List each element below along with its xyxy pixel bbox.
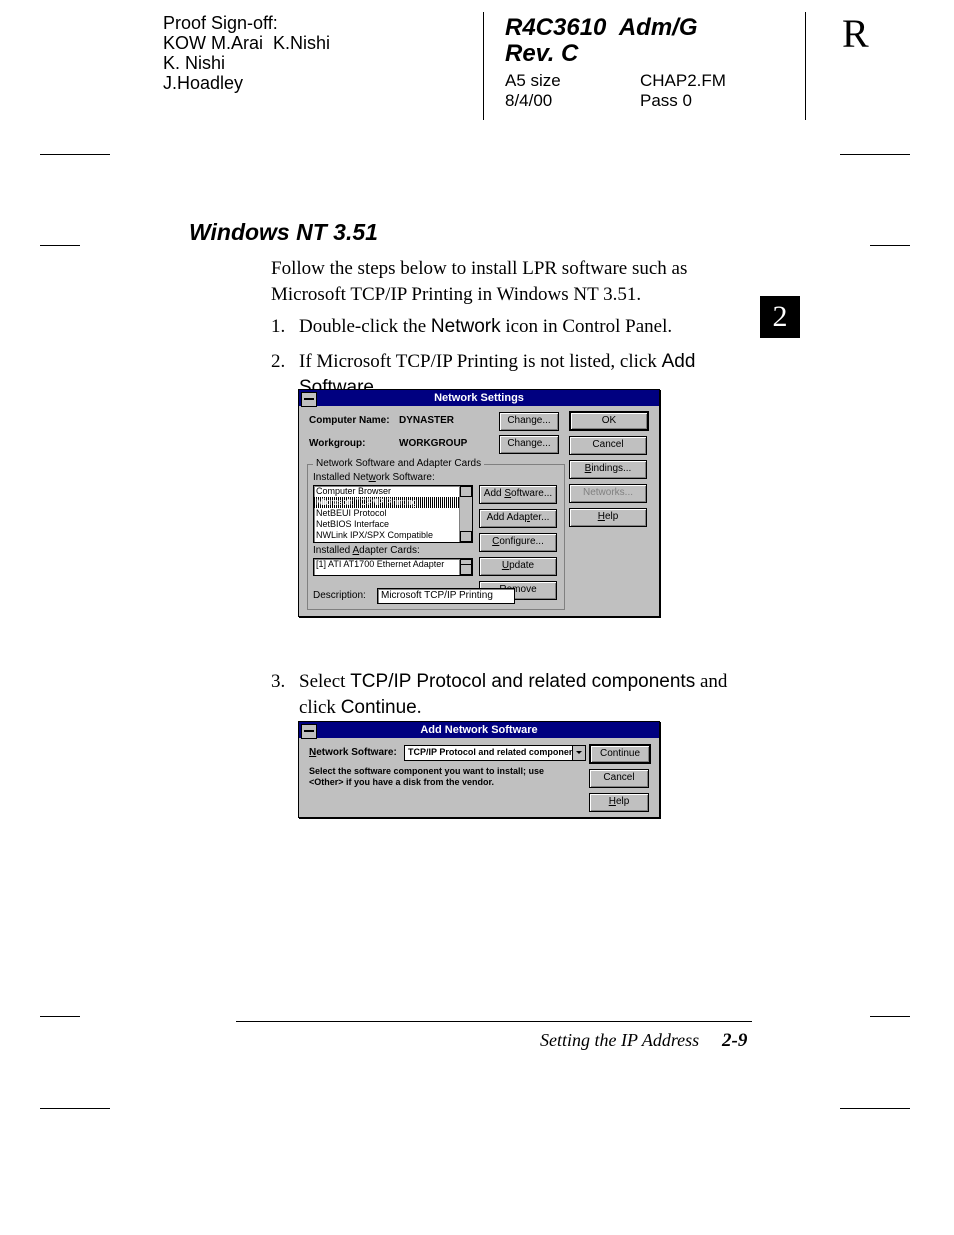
list-item[interactable]: [1] ATI AT1700 Ethernet Adapter	[314, 559, 472, 570]
change-workgroup-button[interactable]: Change...	[499, 435, 559, 454]
proof-signoff-label: Proof Sign-off:	[163, 12, 278, 34]
network-software-label: Network Software:	[309, 747, 397, 758]
system-menu-icon[interactable]	[301, 724, 317, 739]
chevron-down-icon[interactable]	[572, 746, 585, 760]
list-item[interactable]: Computer Browser	[314, 486, 472, 497]
footer-rule	[236, 1021, 752, 1022]
header-divider-2	[805, 12, 806, 120]
crop-mark	[870, 245, 910, 246]
chapter-tab: 2	[760, 296, 800, 338]
description-field: Microsoft TCP/IP Printing	[377, 588, 515, 604]
doc-date: 8/4/00	[505, 90, 552, 112]
network-software-combo[interactable]: TCP/IP Protocol and related components	[404, 745, 586, 761]
list-item[interactable]: NetBEUI Protocol	[314, 508, 472, 519]
dialog-title: Network Settings	[299, 390, 659, 406]
add-adapter-button[interactable]: Add Adapter...	[479, 509, 557, 528]
installed-adapters-listbox[interactable]: [1] ATI AT1700 Ethernet Adapter	[313, 558, 473, 576]
help-button[interactable]: Help	[569, 508, 647, 527]
footer-page-number: 2-9	[722, 1030, 747, 1052]
step-1: Double-click the Network icon in Control…	[299, 314, 749, 340]
list-item[interactable]: NetBIOS Interface	[314, 519, 472, 530]
ok-button[interactable]: OK	[569, 411, 649, 431]
step-3: Select TCP/IP Protocol and related compo…	[299, 669, 759, 721]
section-heading: Windows NT 3.51	[189, 219, 378, 246]
help-button[interactable]: Help	[589, 793, 649, 812]
workgroup-label: Workgroup:	[309, 438, 365, 449]
network-settings-dialog: Network Settings Computer Name: DYNASTER…	[298, 389, 660, 617]
groupbox-label: Network Software and Adapter Cards	[313, 458, 484, 469]
step3-ui: TCP/IP Protocol and related components	[350, 671, 695, 692]
step-number: 1.	[271, 314, 285, 340]
step1-ui: Network	[431, 316, 501, 337]
combo-value: TCP/IP Protocol and related components	[405, 747, 582, 757]
scrollbar[interactable]	[459, 559, 472, 575]
doc-pass: Pass 0	[640, 90, 692, 112]
page-side-letter: R	[842, 10, 869, 57]
add-network-software-dialog: Add Network Software Network Software: T…	[298, 721, 660, 818]
computer-name-label: Computer Name:	[309, 415, 390, 426]
computer-name-value: DYNASTER	[399, 415, 454, 426]
change-name-button[interactable]: Change...	[499, 412, 559, 431]
step1-pre: Double-click the	[299, 316, 431, 337]
installed-adapters-label: Installed Adapter Cards:	[313, 545, 420, 556]
hint-text: Select the software component you want t…	[309, 766, 569, 788]
proof-signoff-line3: J.Hoadley	[163, 72, 243, 94]
installed-software-label: Installed Network Software:	[313, 472, 435, 483]
crop-mark	[40, 1108, 110, 1109]
crop-mark	[870, 1016, 910, 1017]
step-number: 2.	[271, 349, 285, 375]
step3-pre: Select	[299, 671, 350, 692]
crop-mark	[40, 1016, 80, 1017]
add-software-button[interactable]: Add Software...	[479, 485, 557, 504]
doc-file: CHAP2.FM	[640, 70, 726, 92]
networks-button[interactable]: Networks...	[569, 484, 647, 503]
header-divider-1	[483, 12, 484, 120]
proof-signoff-line1: KOW M.Arai K.Nishi	[163, 32, 330, 54]
footer-section: Setting the IP Address	[540, 1030, 699, 1051]
workgroup-value: WORKGROUP	[399, 438, 467, 449]
crop-mark	[40, 154, 110, 155]
dialog-title: Add Network Software	[299, 722, 659, 738]
cancel-button[interactable]: Cancel	[589, 769, 649, 788]
description-label: Description:	[313, 590, 366, 601]
step3-post: .	[417, 697, 422, 718]
step-number: 3.	[271, 669, 285, 695]
doc-size: A5 size	[505, 70, 561, 92]
crop-mark	[840, 1108, 910, 1109]
scrollbar[interactable]	[459, 486, 472, 542]
bindings-button[interactable]: Bindings...	[569, 460, 647, 479]
proof-signoff-line2: K. Nishi	[163, 52, 225, 74]
system-menu-icon[interactable]	[301, 392, 317, 407]
crop-mark	[840, 154, 910, 155]
crop-mark	[40, 245, 80, 246]
doc-id: R4C3610 Adm/G	[505, 14, 698, 42]
configure-button[interactable]: Configure...	[479, 533, 557, 552]
cancel-button[interactable]: Cancel	[569, 436, 647, 455]
step2-pre: If Microsoft TCP/IP Printing is not list…	[299, 351, 662, 372]
list-item-selected[interactable]: Microsoft TCP/IP Printing	[314, 497, 472, 508]
update-button[interactable]: Update	[479, 557, 557, 576]
step3-ui2: Continue	[341, 697, 417, 718]
intro-text: Follow the steps below to install LPR so…	[271, 256, 751, 308]
doc-rev: Rev. C	[505, 40, 578, 68]
step1-post: icon in Control Panel.	[501, 316, 673, 337]
continue-button[interactable]: Continue	[589, 744, 651, 764]
list-item[interactable]: NWLink IPX/SPX Compatible Transport	[314, 530, 472, 543]
installed-software-listbox[interactable]: Computer Browser Microsoft TCP/IP Printi…	[313, 485, 473, 543]
